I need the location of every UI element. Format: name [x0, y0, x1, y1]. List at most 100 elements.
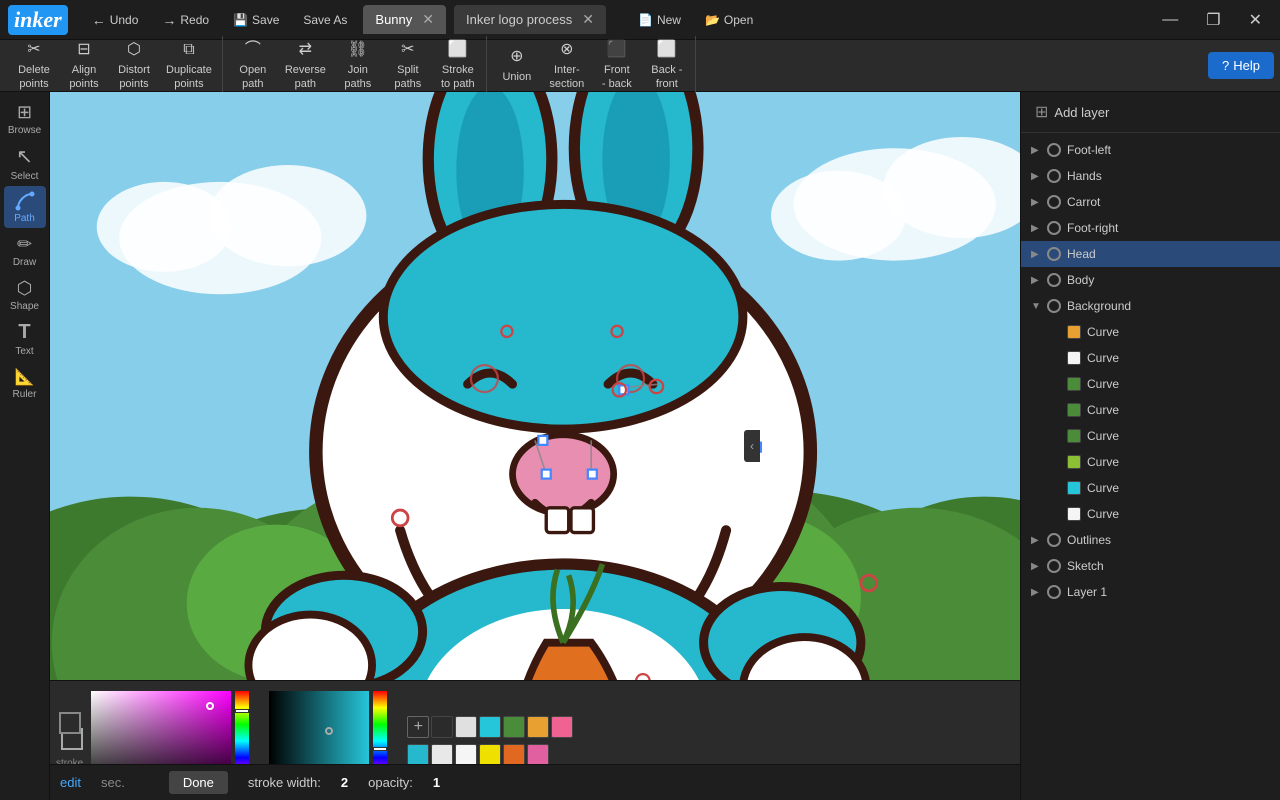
save-button[interactable]: 💾 Save	[225, 9, 287, 31]
layer-item[interactable]: ▶Hands	[1021, 163, 1280, 189]
duplicate-points-button[interactable]: ⧉ Duplicatepoints	[160, 36, 218, 95]
path-tool-icon	[15, 191, 35, 211]
text-tool[interactable]: T Text	[4, 318, 46, 360]
union-button[interactable]: ⊕ Union	[493, 43, 541, 88]
open-button[interactable]: 📂 Open	[697, 9, 761, 31]
layer-visibility-icon	[1047, 299, 1061, 313]
layer-arrow: ▶	[1031, 561, 1041, 572]
canvas-area[interactable]: ‹ stroke	[50, 92, 1020, 800]
ruler-tool[interactable]: 📐 Ruler	[4, 362, 46, 404]
swatch-magenta[interactable]	[527, 744, 549, 766]
layer-name-label: Curve	[1087, 429, 1270, 443]
add-swatch-button[interactable]: +	[407, 716, 429, 738]
layer-item[interactable]: Curve	[1021, 449, 1280, 475]
reverse-path-button[interactable]: ⇄ Reversepath	[279, 36, 332, 95]
stroke-width-value: 2	[341, 775, 348, 790]
shape-tool[interactable]: ⬡ Shape	[4, 274, 46, 316]
layer-color-swatch	[1067, 481, 1081, 495]
layer-name-label: Curve	[1087, 455, 1270, 469]
align-points-button[interactable]: ⊟ Alignpoints	[60, 36, 108, 95]
app-logo: inker	[8, 5, 68, 35]
new-button[interactable]: 📄 New	[630, 9, 689, 31]
open-path-button[interactable]: ⌒ Openpath	[229, 36, 277, 95]
layer-arrow: ▶	[1031, 275, 1041, 286]
close-tab-bunny[interactable]: ✕	[422, 11, 434, 28]
tab-bunny[interactable]: Bunny ✕	[363, 5, 446, 34]
path-tool[interactable]: Path	[4, 186, 46, 228]
layer-item[interactable]: Curve	[1021, 423, 1280, 449]
front-back-button[interactable]: ⬛ Front- back	[593, 36, 641, 95]
browse-tool[interactable]: ⊞ Browse	[4, 98, 46, 140]
tab-logo-process[interactable]: Inker logo process ✕	[454, 5, 606, 34]
layer-color-swatch	[1067, 351, 1081, 365]
minimize-button[interactable]: —	[1152, 7, 1188, 33]
layer-name-label: Body	[1067, 273, 1270, 287]
join-paths-button[interactable]: ⛓ Joinpaths	[334, 36, 382, 95]
back-front-button[interactable]: ⬜ Back -front	[643, 36, 691, 95]
swatch-cyan[interactable]	[479, 716, 501, 738]
layer-color-swatch	[1067, 403, 1081, 417]
done-button[interactable]: Done	[169, 771, 228, 794]
layer-visibility-icon	[1047, 247, 1061, 261]
swatch-pink[interactable]	[551, 716, 573, 738]
combine-group: ⊕ Union ⊗ Inter-section ⬛ Front- back ⬜ …	[489, 36, 696, 95]
stroke-to-path-button[interactable]: ⬜ Stroketo path	[434, 36, 482, 95]
add-layer-button[interactable]: ⊞ Add layer	[1021, 92, 1280, 133]
right-panel-collapse[interactable]: ‹	[744, 430, 760, 462]
opacity-value: 1	[433, 775, 440, 790]
distort-points-button[interactable]: ⬡ Distortpoints	[110, 36, 158, 95]
swatch-deep-orange[interactable]	[503, 744, 525, 766]
layer-item[interactable]: Curve	[1021, 475, 1280, 501]
layer-item[interactable]: ▶Layer 1	[1021, 579, 1280, 605]
layer-name-label: Curve	[1087, 377, 1270, 391]
layer-item[interactable]: ▶Head	[1021, 241, 1280, 267]
sec-mode-label[interactable]: sec.	[101, 775, 125, 790]
swatch-off-white[interactable]	[455, 744, 477, 766]
layer-item[interactable]: ▶Carrot	[1021, 189, 1280, 215]
layer-item[interactable]: Curve	[1021, 501, 1280, 527]
layer-item[interactable]: ▶Outlines	[1021, 527, 1280, 553]
layer-arrow: ▶	[1031, 197, 1041, 208]
redo-button[interactable]: → Redo	[154, 8, 217, 32]
maximize-button[interactable]: ❐	[1196, 6, 1230, 34]
select-tool[interactable]: ↖ Select	[4, 142, 46, 184]
help-button[interactable]: ? Help	[1208, 52, 1274, 79]
layer-name-label: Curve	[1087, 351, 1270, 365]
swatch-yellow[interactable]	[479, 744, 501, 766]
swatch-green[interactable]	[503, 716, 525, 738]
edit-mode-label[interactable]: edit	[60, 775, 81, 790]
layer-item[interactable]: Curve	[1021, 345, 1280, 371]
layer-item[interactable]: ▼Background	[1021, 293, 1280, 319]
save-as-button[interactable]: Save As	[295, 9, 355, 31]
status-bar: edit sec. Done stroke width: 2 opacity: …	[50, 764, 1020, 800]
swatch-orange[interactable]	[527, 716, 549, 738]
layer-item[interactable]: ▶ Body	[1021, 267, 1280, 293]
layer-item[interactable]: ▶Foot-left	[1021, 137, 1280, 163]
layer-color-swatch	[1067, 325, 1081, 339]
toolbar: ✂ Deletepoints ⊟ Alignpoints ⬡ Distortpo…	[0, 40, 1280, 92]
intersection-button[interactable]: ⊗ Inter-section	[543, 36, 591, 95]
undo-button[interactable]: ← Undo	[84, 8, 147, 32]
layer-item[interactable]: Curve	[1021, 371, 1280, 397]
swatch-black[interactable]	[431, 716, 453, 738]
left-sidebar: ⊞ Browse ↖ Select Path ✏ Draw ⬡ Shape T …	[0, 92, 50, 800]
layer-item[interactable]: ▶Sketch	[1021, 553, 1280, 579]
close-button[interactable]: ✕	[1239, 6, 1272, 34]
delete-points-button[interactable]: ✂ Deletepoints	[10, 36, 58, 95]
close-tab-logo[interactable]: ✕	[582, 11, 594, 28]
draw-tool[interactable]: ✏ Draw	[4, 230, 46, 272]
layer-item[interactable]: ▶Foot-right	[1021, 215, 1280, 241]
swatch-white[interactable]	[455, 716, 477, 738]
layer-color-swatch	[1067, 377, 1081, 391]
fill-color-swatch[interactable]	[59, 712, 81, 734]
layer-item[interactable]: Curve	[1021, 397, 1280, 423]
swatch-teal[interactable]	[407, 744, 429, 766]
swatch-light-gray[interactable]	[431, 744, 453, 766]
layer-item[interactable]: Curve	[1021, 319, 1280, 345]
layer-name-label: Curve	[1087, 403, 1270, 417]
layer-color-swatch	[1067, 507, 1081, 521]
layer-visibility-icon	[1047, 585, 1061, 599]
layer-color-swatch	[1067, 429, 1081, 443]
split-paths-button[interactable]: ✂ Splitpaths	[384, 36, 432, 95]
layer-visibility-icon	[1047, 143, 1061, 157]
